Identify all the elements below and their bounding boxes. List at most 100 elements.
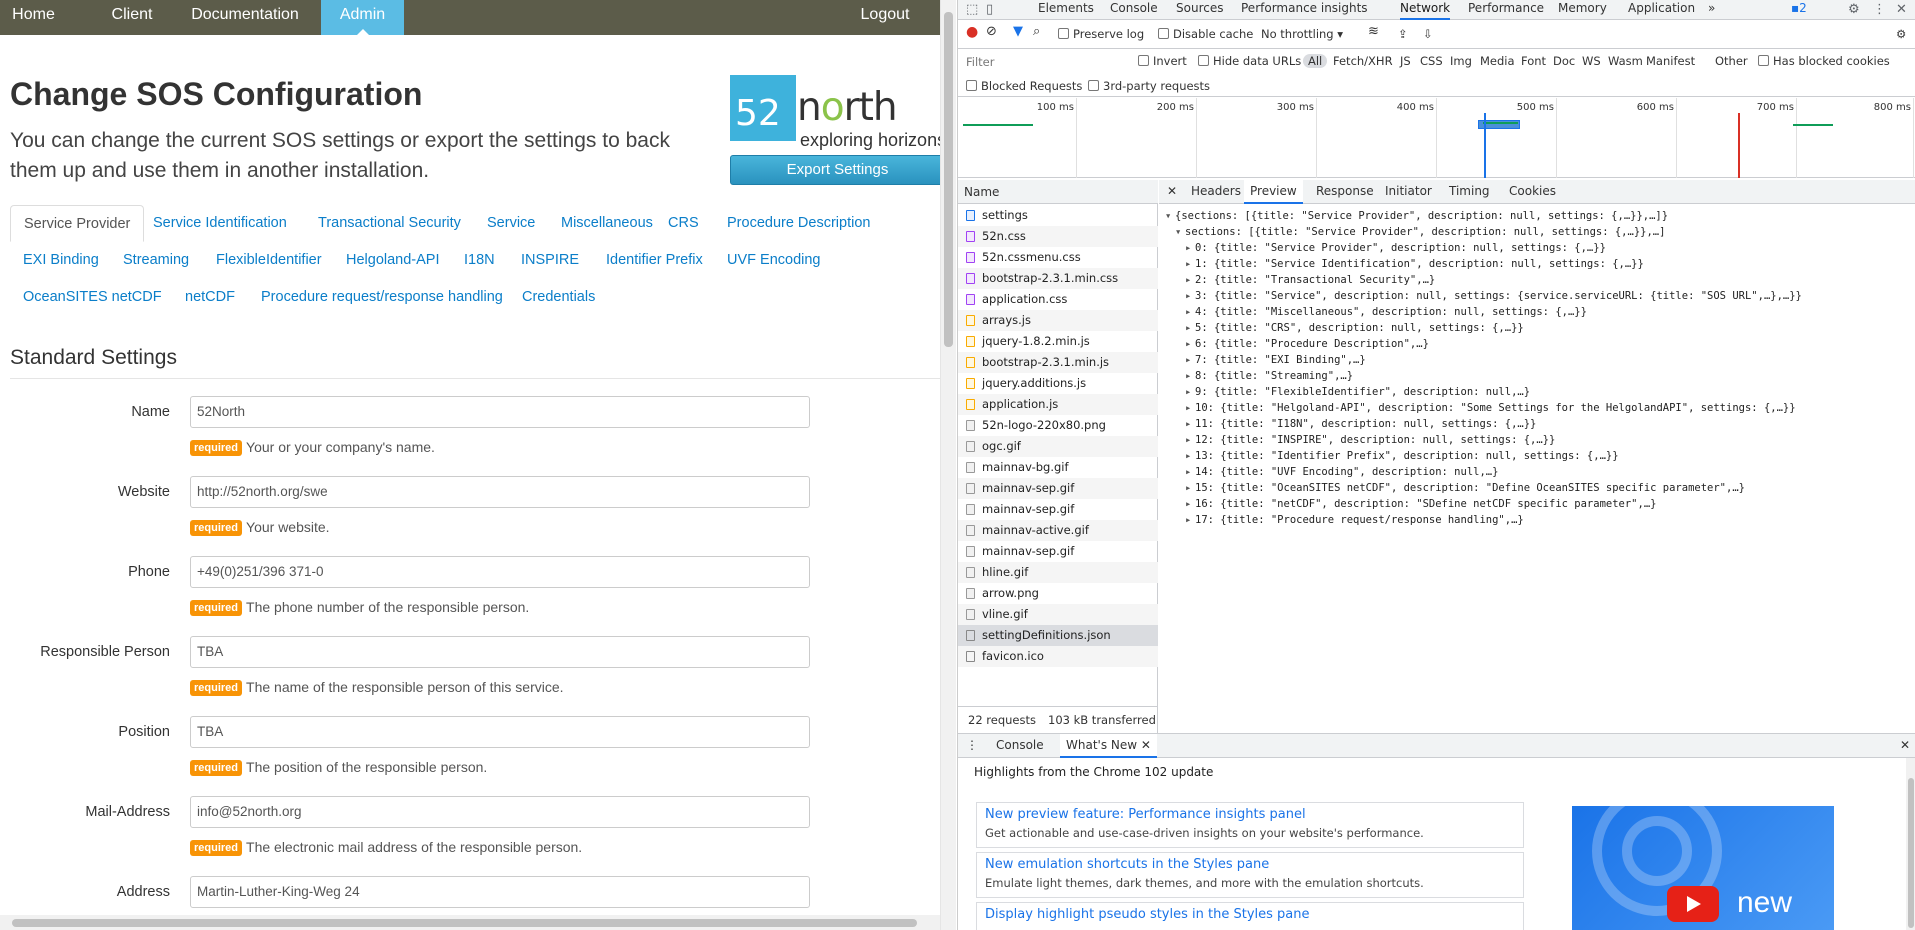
close-drawer-icon[interactable]: ✕ bbox=[1900, 734, 1910, 758]
request-row[interactable]: arrow.png bbox=[958, 583, 1158, 604]
invert-checkbox[interactable]: Invert bbox=[1138, 54, 1187, 68]
collapsed-triangle-icon[interactable]: ▸ bbox=[1185, 496, 1195, 512]
tab-credentials[interactable]: Credentials bbox=[509, 279, 608, 316]
import-har-icon[interactable]: ⇪ bbox=[1398, 26, 1408, 42]
collapsed-triangle-icon[interactable]: ▸ bbox=[1185, 512, 1195, 528]
json-tree-line[interactable]: ▸ 9: {title: "FlexibleIdentifier", descri… bbox=[1165, 384, 1802, 400]
position-input[interactable]: TBA bbox=[190, 716, 810, 748]
horizontal-scrollbar[interactable] bbox=[0, 915, 940, 930]
devtools-tab-memory[interactable]: Memory bbox=[1558, 0, 1607, 20]
tab-streaming[interactable]: Streaming bbox=[110, 242, 202, 279]
has-blocked-cookies-checkbox[interactable]: Has blocked cookies bbox=[1758, 54, 1890, 68]
throttling-select[interactable]: No throttling ▾ bbox=[1261, 26, 1343, 42]
collapsed-triangle-icon[interactable]: ▸ bbox=[1185, 384, 1195, 400]
json-tree-line[interactable]: ▸ 15: {title: "OceanSITES netCDF", descri… bbox=[1165, 480, 1802, 496]
request-row[interactable]: settings bbox=[958, 205, 1158, 226]
detail-tab-initiator[interactable]: Initiator bbox=[1385, 180, 1432, 204]
request-row[interactable]: 52n.css bbox=[958, 226, 1158, 247]
json-tree-line[interactable]: ▸ 0: {title: "Service Provider", descript… bbox=[1165, 240, 1802, 256]
name-input[interactable]: 52North bbox=[190, 396, 810, 428]
filter-type-font[interactable]: Font bbox=[1521, 54, 1546, 68]
request-row[interactable]: mainnav-bg.gif bbox=[958, 457, 1158, 478]
export-settings-button[interactable]: Export Settings bbox=[730, 155, 940, 185]
request-row[interactable]: vline.gif bbox=[958, 604, 1158, 625]
filter-type-all[interactable]: All bbox=[1303, 54, 1328, 68]
json-tree-line[interactable]: ▸ 7: {title: "EXI Binding",…} bbox=[1165, 352, 1802, 368]
expanded-triangle-icon[interactable]: ▾ bbox=[1165, 208, 1175, 224]
collapsed-triangle-icon[interactable]: ▸ bbox=[1185, 400, 1195, 416]
drawer-scrollbar[interactable] bbox=[1906, 758, 1915, 930]
tab-netcdf[interactable]: netCDF bbox=[172, 279, 248, 316]
collapsed-triangle-icon[interactable]: ▸ bbox=[1185, 480, 1195, 496]
export-har-icon[interactable]: ⇩ bbox=[1423, 26, 1433, 42]
close-tab-icon[interactable]: ✕ bbox=[1141, 738, 1151, 752]
collapsed-triangle-icon[interactable]: ▸ bbox=[1185, 432, 1195, 448]
tab-service[interactable]: Service bbox=[474, 205, 548, 242]
request-row[interactable]: bootstrap-2.3.1.min.js bbox=[958, 352, 1158, 373]
collapsed-triangle-icon[interactable]: ▸ bbox=[1185, 448, 1195, 464]
request-row[interactable]: ogc.gif bbox=[958, 436, 1158, 457]
devtools-tab-elements[interactable]: Elements bbox=[1038, 0, 1094, 20]
detail-tab-cookies[interactable]: Cookies bbox=[1509, 180, 1556, 204]
tab-i18n[interactable]: I18N bbox=[451, 242, 508, 279]
close-devtools-icon[interactable]: ✕ bbox=[1896, 0, 1907, 20]
detail-tab-response[interactable]: Response bbox=[1316, 180, 1374, 204]
detail-tab-timing[interactable]: Timing bbox=[1449, 180, 1490, 204]
collapsed-triangle-icon[interactable]: ▸ bbox=[1185, 416, 1195, 432]
json-tree-line[interactable]: ▸ 6: {title: "Procedure Description",…} bbox=[1165, 336, 1802, 352]
kebab-menu-icon[interactable]: ⋮ bbox=[1873, 0, 1886, 20]
request-row[interactable]: arrays.js bbox=[958, 310, 1158, 331]
request-row[interactable]: 52n-logo-220x80.png bbox=[958, 415, 1158, 436]
json-tree-line[interactable]: ▾ {sections: [{title: "Service Provider",… bbox=[1165, 208, 1802, 224]
filter-type-css[interactable]: CSS bbox=[1420, 54, 1443, 68]
collapsed-triangle-icon[interactable]: ▸ bbox=[1185, 336, 1195, 352]
request-row[interactable]: jquery-1.8.2.min.js bbox=[958, 331, 1158, 352]
youtube-play-icon[interactable] bbox=[1667, 886, 1719, 922]
nav-client[interactable]: Client bbox=[92, 0, 172, 35]
request-row[interactable]: mainnav-sep.gif bbox=[958, 499, 1158, 520]
vertical-scrollbar[interactable] bbox=[940, 0, 956, 930]
preserve-log-checkbox[interactable]: Preserve log bbox=[1058, 26, 1144, 42]
json-tree-line[interactable]: ▸ 13: {title: "Identifier Prefix", descri… bbox=[1165, 448, 1802, 464]
json-tree-line[interactable]: ▸ 5: {title: "CRS", description: null, se… bbox=[1165, 320, 1802, 336]
json-tree-line[interactable]: ▸ 1: {title: "Service Identification", de… bbox=[1165, 256, 1802, 272]
filter-icon[interactable]: ▼ bbox=[1013, 24, 1023, 40]
detail-tab-headers[interactable]: Headers bbox=[1191, 180, 1241, 204]
third-party-requests-checkbox[interactable]: 3rd-party requests bbox=[1088, 79, 1210, 93]
inspect-element-icon[interactable]: ⬚ bbox=[966, 0, 978, 20]
tab-flexible-identifier[interactable]: FlexibleIdentifier bbox=[203, 242, 335, 279]
request-row[interactable]: mainnav-active.gif bbox=[958, 520, 1158, 541]
json-tree-line[interactable]: ▸ 16: {title: "netCDF", description: "SDe… bbox=[1165, 496, 1802, 512]
nav-home[interactable]: Home bbox=[0, 0, 67, 35]
drawer-tab-console[interactable]: Console bbox=[996, 734, 1044, 758]
request-list-header[interactable]: Name bbox=[958, 180, 1158, 204]
filter-input[interactable]: Filter bbox=[963, 53, 1128, 71]
nav-documentation[interactable]: Documentation bbox=[180, 0, 310, 35]
tab-crs[interactable]: CRS bbox=[655, 205, 712, 242]
drawer-menu-icon[interactable]: ⋮ bbox=[966, 734, 978, 758]
collapsed-triangle-icon[interactable]: ▸ bbox=[1185, 320, 1195, 336]
devtools-tab-application[interactable]: Application bbox=[1628, 0, 1695, 20]
phone-input[interactable]: +49(0)251/396 371-0 bbox=[190, 556, 810, 588]
tab-service-identification[interactable]: Service Identification bbox=[140, 205, 300, 242]
collapsed-triangle-icon[interactable]: ▸ bbox=[1185, 352, 1195, 368]
devtools-tab-performance-insights[interactable]: Performance insights bbox=[1241, 0, 1368, 20]
issues-badge[interactable]: ▪2 bbox=[1791, 0, 1807, 20]
tab-procedure-description[interactable]: Procedure Description bbox=[714, 205, 883, 242]
collapsed-triangle-icon[interactable]: ▸ bbox=[1185, 256, 1195, 272]
responsible-person-input[interactable]: TBA bbox=[190, 636, 810, 668]
tab-service-provider[interactable]: Service Provider bbox=[10, 205, 145, 242]
devtools-tab-performance[interactable]: Performance bbox=[1468, 0, 1544, 20]
blocked-requests-checkbox[interactable]: Blocked Requests bbox=[966, 79, 1082, 93]
network-overview-timeline[interactable]: 100 ms 200 ms 300 ms 400 ms 500 ms 600 m… bbox=[958, 98, 1915, 178]
collapsed-triangle-icon[interactable]: ▸ bbox=[1185, 368, 1195, 384]
json-tree-line[interactable]: ▸ 3: {title: "Service", description: null… bbox=[1165, 288, 1802, 304]
devtools-tab-sources[interactable]: Sources bbox=[1176, 0, 1223, 20]
devtools-tab-console[interactable]: Console bbox=[1110, 0, 1158, 20]
news-title[interactable]: Display highlight pseudo styles in the S… bbox=[985, 906, 1515, 924]
record-icon[interactable]: ● bbox=[966, 24, 978, 40]
network-conditions-icon[interactable]: ≋ bbox=[1368, 24, 1379, 40]
news-item[interactable]: Display highlight pseudo styles in the S… bbox=[976, 902, 1524, 930]
horizontal-scrollbar-thumb[interactable] bbox=[12, 919, 917, 927]
drawer-tab-whats-new[interactable]: What's New ✕ bbox=[1060, 734, 1157, 758]
